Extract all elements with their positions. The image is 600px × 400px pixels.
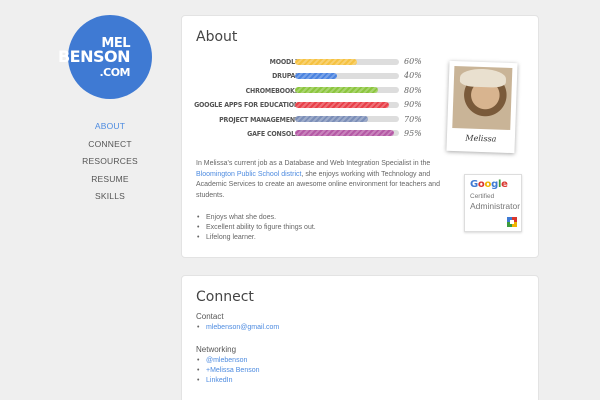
about-card: About MOODLE 60% DRUPAL 40% CHROMEBOOKS 80% GO… [181,15,539,258]
skill-name: GAFE CONSOLE [247,129,299,138]
bio-paragraph: In Melissa's current job as a Database a… [196,159,452,201]
google-wordmark: Google [470,179,508,190]
skill-row: GOOGLE APPS FOR EDUCATION 90% [194,99,426,113]
email-link[interactable]: mlebenson@gmail.com [206,324,279,331]
logo-line-2: BENSON [57,47,131,66]
connect-title: Connect [196,289,254,305]
profile-photo: Melissa [446,60,518,154]
badge-role-text: Administrator [470,201,521,211]
skill-bar-fill [295,130,394,137]
main-nav: ABOUT CONNECT RESOURCES RESUME SKILLS [60,118,160,206]
skill-name: PROJECT MANAGEMENT [219,115,299,124]
skill-bar-fill [295,101,389,108]
list-item: @mlebenson [196,356,260,366]
list-item: Enjoys what she does. [196,213,316,223]
list-item: Excellent ability to figure things out. [196,223,316,233]
logo-line-3: .COM [99,66,130,79]
google-plus-link[interactable]: +Melissa Benson [206,367,260,374]
photo-image [452,66,513,130]
skill-bar-fill [295,58,358,65]
site-logo[interactable]: MEL BENSON .COM [58,15,152,99]
nav-item-resume[interactable]: RESUME [60,171,160,189]
linkedin-link[interactable]: LinkedIn [206,377,232,384]
bio-text-start: In Melissa's current job as a Database a… [196,160,431,167]
skill-percent: 80% [404,85,422,95]
skill-row: GAFE CONSOLE 95% [196,128,426,142]
school-district-link[interactable]: Bloomington Public School district [196,171,301,178]
about-bullets: Enjoys what she does. Excellent ability … [196,213,316,244]
skills-list: MOODLE 60% DRUPAL 40% CHROMEBOOKS 80% GOOGLE A… [194,56,426,142]
networking-heading: Networking [196,345,237,354]
nav-item-resources[interactable]: RESOURCES [60,153,160,171]
nav-item-about[interactable]: ABOUT [60,118,160,136]
skill-bar-fill [295,72,337,79]
skill-bar-track [295,130,399,137]
skill-percent: 70% [404,114,422,124]
skill-bar-fill [295,116,368,123]
skill-bar-track [295,87,399,94]
about-title: About [196,29,238,45]
skill-bar-track [295,101,399,108]
list-item: mlebenson@gmail.com [196,323,279,333]
google-certified-badge[interactable]: Google Certified Administrator [464,174,522,232]
google-apps-icon [507,217,517,227]
connect-card: Connect Contact mlebenson@gmail.com Netw… [181,275,539,400]
skill-row: CHROMEBOOKS 80% [196,85,426,99]
twitter-link[interactable]: @mlebenson [206,357,247,364]
list-item: LinkedIn [196,376,260,386]
skill-row: DRUPAL 40% [196,70,426,84]
nav-item-connect[interactable]: CONNECT [60,136,160,154]
list-item: Lifelong learner. [196,233,316,243]
networking-list: @mlebenson +Melissa Benson LinkedIn [196,356,260,387]
skill-bar-track [295,72,399,79]
skill-row: PROJECT MANAGEMENT 70% [196,114,426,128]
skill-name: GOOGLE APPS FOR EDUCATION [194,101,299,110]
skill-bar-track [295,116,399,123]
skill-bar-track [295,58,399,65]
list-item: +Melissa Benson [196,366,260,376]
skill-percent: 90% [404,100,422,110]
skill-row: MOODLE 60% [196,56,426,70]
badge-certified-text: Certified [470,193,495,200]
skill-percent: 95% [404,128,422,138]
skill-percent: 40% [404,71,422,81]
skill-name: CHROMEBOOKS [245,86,300,95]
contact-list: mlebenson@gmail.com [196,323,279,333]
skill-percent: 60% [404,57,422,66]
nav-item-skills[interactable]: SKILLS [60,188,160,206]
photo-caption: Melissa [465,133,497,144]
skill-bar-fill [295,87,379,94]
contact-heading: Contact [196,312,224,321]
